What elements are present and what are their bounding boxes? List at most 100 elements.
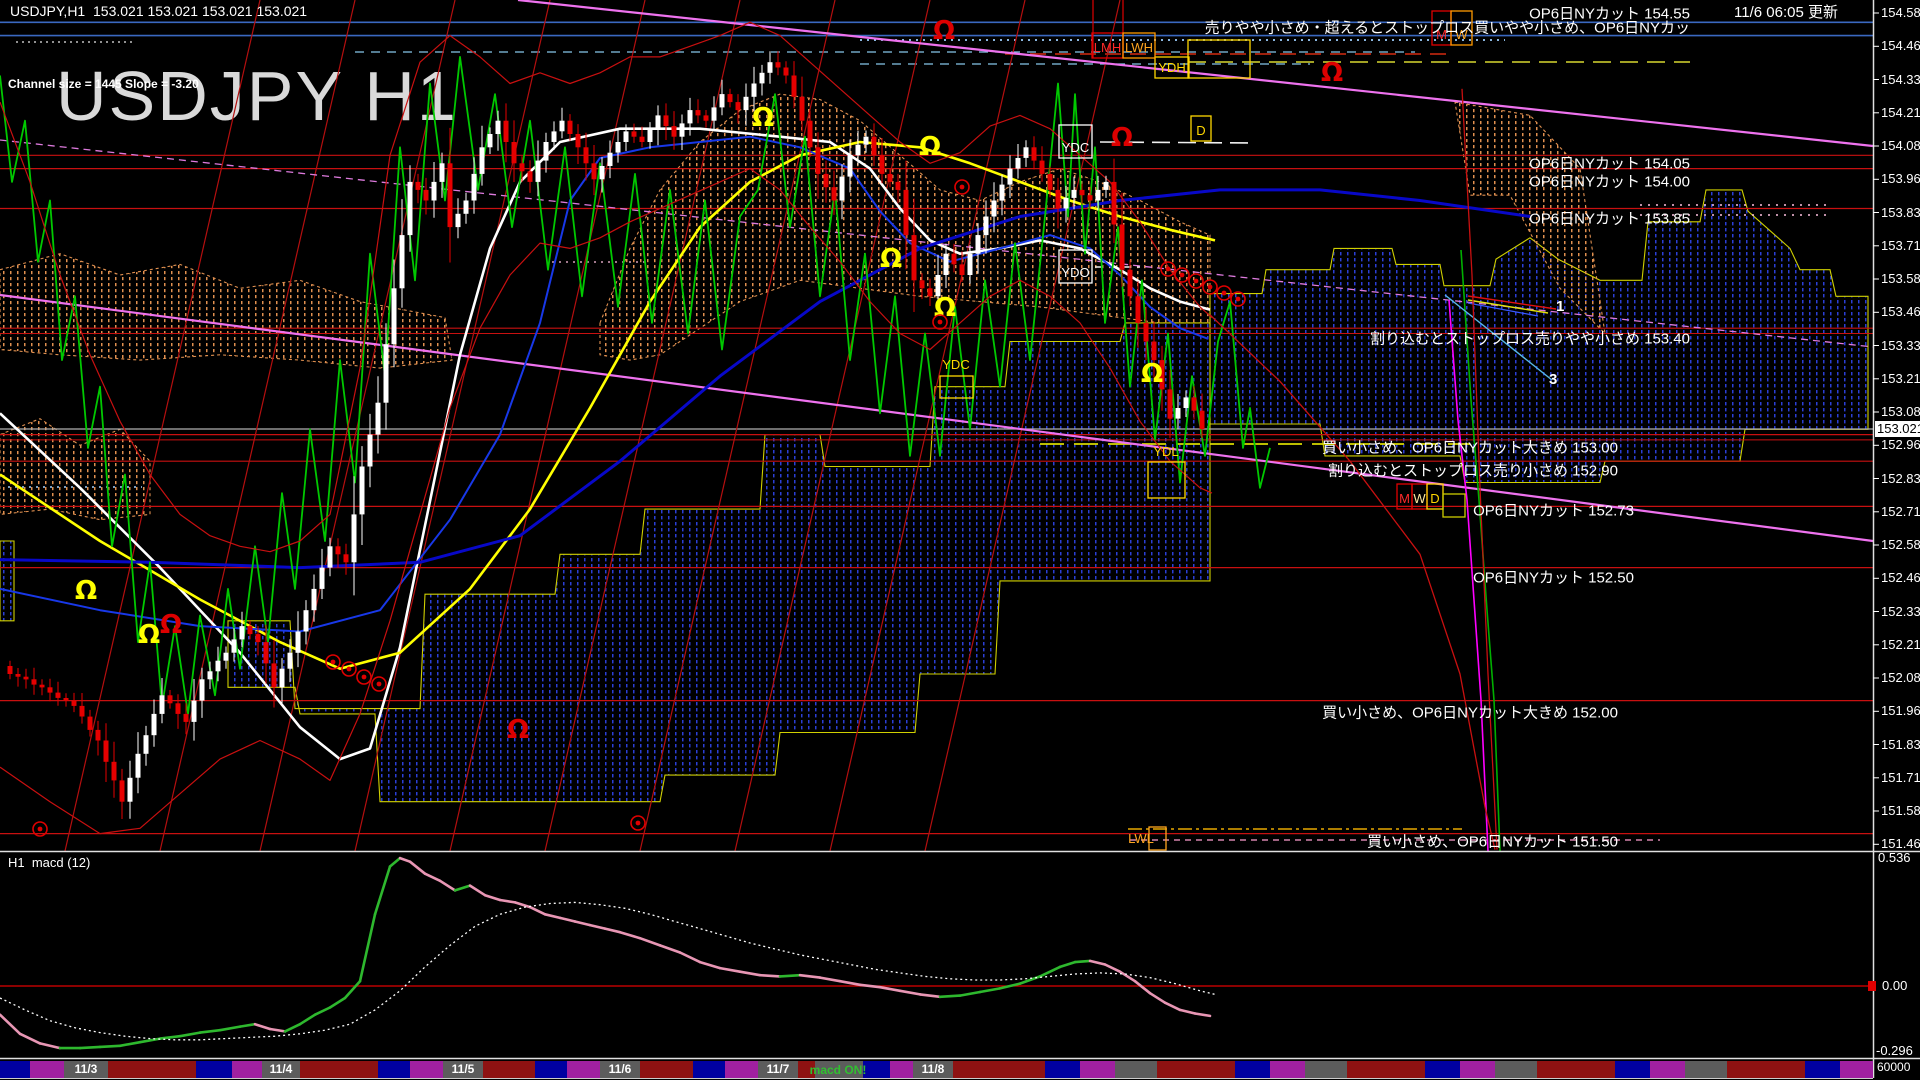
omega-signal-icon: Ω [507,715,529,745]
macd-line [270,1029,285,1031]
candle [504,103,509,162]
candle [560,108,565,139]
level-tag-LWH: LWH [1123,33,1155,58]
candle [1024,140,1029,167]
session-bar-segment [378,1061,410,1078]
volume-scale-label: 60000 [1877,1061,1910,1074]
candle [40,679,45,695]
candle [632,124,637,143]
macd-line [880,987,900,991]
candle [16,668,21,687]
chart-canvas[interactable]: ΩΩΩΩΩΩΩΩΩΩΩΩYDCYDOYDHYDLYDCLMHLWHLWLMWDM… [0,0,1920,1080]
svg-text:M: M [1399,491,1410,506]
omega-signal-icon: Ω [1321,58,1343,88]
level-tag-W: W [1412,484,1427,509]
svg-text:LWH: LWH [1125,40,1153,55]
session-bar-segment [410,1061,443,1078]
candle [152,700,157,747]
macd-line [180,1033,200,1037]
svg-text:LMH: LMH [1094,40,1121,55]
session-bar-segment [30,1061,64,1078]
session-bar-segment [863,1061,890,1078]
session-bar-segment [953,1061,1045,1078]
candle [512,120,517,182]
candle [712,96,717,129]
macd-line [1180,1010,1195,1014]
macd-line [425,874,440,881]
macd-line [410,862,425,874]
steep-channel-line [160,0,355,851]
macd-line [1195,1014,1210,1016]
candle [664,103,669,140]
candle [536,141,541,197]
macd-line [640,938,660,945]
svg-text:D: D [1196,123,1205,138]
candle [96,721,101,756]
svg-text:YDC: YDC [1062,140,1089,155]
candle [408,165,413,251]
session-bar-segment [815,1061,863,1078]
macd-line [620,932,640,938]
macd-line [240,1024,255,1026]
macd-line [860,985,880,987]
macd-scale-zero: 0.00 [1882,979,1907,993]
session-bar-segment [1805,1061,1840,1078]
macd-line [820,978,840,982]
session-bar-segment [1840,1061,1873,1078]
sar-dot-icon [372,677,386,691]
session-bar-segment [1235,1061,1270,1078]
svg-text:M: M [1436,27,1447,42]
session-bar-segment [600,1061,640,1078]
macd-line [360,914,375,981]
level-tag-YDC: YDC [1059,125,1092,158]
session-bar-segment [1650,1061,1685,1078]
omega-signal-icon: Ω [919,132,941,162]
macd-line [1105,965,1120,972]
macd-line [545,914,560,918]
macd-line [960,992,980,996]
macd-line [400,858,410,862]
session-bar-segment [1425,1061,1460,1078]
macd-line [575,922,590,926]
macd-pane-title: H1 macd (12) [8,856,90,870]
projection-number-label: 1 [1556,298,1564,315]
candle [8,661,13,680]
candle [168,690,173,709]
svg-text:LWL: LWL [1128,831,1154,846]
macd-line [255,1024,270,1029]
session-bar-segment [758,1061,798,1078]
macd-line [780,975,800,976]
level-tag-D: D [1191,116,1211,141]
macd-line [300,1015,315,1024]
omega-signal-icon: Ω [160,610,182,640]
macd-line [1075,961,1090,962]
candle [432,162,437,218]
session-bar-segment [640,1061,693,1078]
candle [192,679,197,741]
macd-line [1090,961,1105,965]
omega-signal-icon: Ω [138,620,160,650]
update-timestamp: 11/6 06:05 更新 [1734,5,1838,22]
session-bar-segment [1045,1061,1080,1078]
session-bar-segment [913,1061,953,1078]
macd-line [0,1015,20,1034]
sar-dot-icon [357,670,371,684]
svg-text:YDL: YDL [1153,444,1178,459]
macd-line [560,918,575,922]
candle [328,538,333,577]
macd-line [900,991,920,995]
macd-scale-max: 0.536 [1878,851,1911,865]
macd-line [485,895,500,900]
candle [304,600,309,644]
candle [456,198,461,238]
candle [376,376,381,453]
channel-info-label: Channel size = 1445 Slope = -3.20 [8,78,199,91]
macd-line [740,972,760,976]
macd-line [800,975,820,977]
macd-line [470,886,485,896]
session-bar-segment [443,1061,483,1078]
candle [296,611,301,667]
kumo-blue-left-edge [0,541,14,621]
candle [592,145,597,195]
macd-line [160,1036,180,1038]
